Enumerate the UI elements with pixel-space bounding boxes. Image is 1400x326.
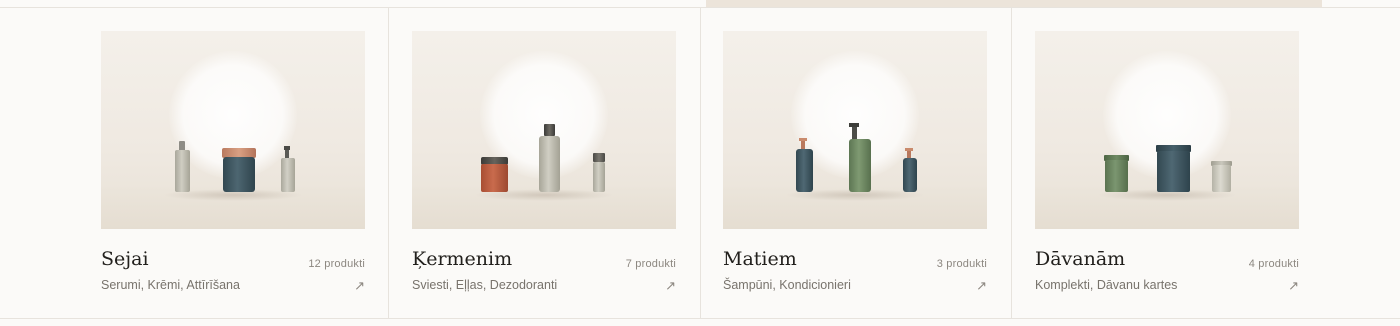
product-count: 12 produkti — [308, 258, 365, 270]
arrow-up-right-icon[interactable]: ↗ — [665, 279, 676, 293]
product-count: 3 produkti — [936, 258, 987, 270]
arrow-up-right-icon[interactable]: ↗ — [354, 279, 365, 293]
product-image — [412, 31, 676, 229]
product-count: 7 produkti — [625, 258, 676, 270]
product-image — [101, 31, 365, 229]
category-card-davanam[interactable]: Dāvanām 4 produkti Komplekti, Dāvanu kar… — [1012, 8, 1323, 318]
arrow-up-right-icon[interactable]: ↗ — [976, 279, 987, 293]
arrow-up-right-icon[interactable]: ↗ — [1288, 279, 1299, 293]
category-title: Dāvanām — [1035, 248, 1126, 270]
category-card-kermenim[interactable]: Ķermenim 7 produkti Sviesti, Eļļas, Dezo… — [389, 8, 700, 318]
category-card-sejai[interactable]: Sejai 12 produkti Serumi, Krēmi, Attīrīš… — [78, 8, 389, 318]
category-subtitle: Šampūni, Kondicionieri — [723, 278, 851, 292]
category-title: Sejai — [101, 248, 149, 270]
category-title: Matiem — [723, 248, 797, 270]
category-title: Ķermenim — [412, 248, 513, 270]
bottom-divider — [0, 318, 1400, 319]
category-subtitle: Serumi, Krēmi, Attīrīšana — [101, 278, 240, 292]
category-card-matiem[interactable]: Matiem 3 produkti Šampūni, Kondicionieri… — [700, 8, 1011, 318]
product-image — [1035, 31, 1299, 229]
category-subtitle: Komplekti, Dāvanu kartes — [1035, 278, 1178, 292]
product-image — [723, 31, 987, 229]
product-count: 4 produkti — [1248, 258, 1299, 270]
category-subtitle: Sviesti, Eļļas, Dezodoranti — [412, 278, 558, 292]
top-accent-band — [706, 0, 1322, 7]
